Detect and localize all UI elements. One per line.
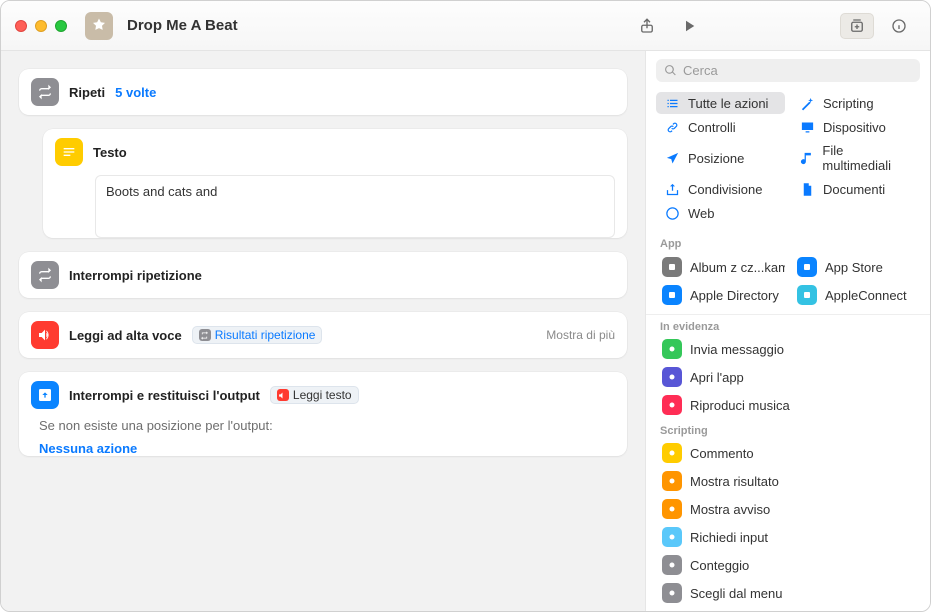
minimize-window-button[interactable] <box>35 20 47 32</box>
action-item[interactable]: Commento <box>656 439 920 467</box>
category-item[interactable]: Documenti <box>791 178 920 200</box>
share-button[interactable] <box>630 13 664 39</box>
action-item[interactable]: Scegli dal menu <box>656 579 920 607</box>
music-icon <box>799 150 814 166</box>
app-icon <box>797 285 817 305</box>
window-title: Drop Me A Beat <box>127 17 238 34</box>
text-input[interactable]: Boots and cats and <box>95 175 615 238</box>
text-action[interactable]: Testo Boots and cats and <box>43 129 627 238</box>
stop-label: Interrompi e restituisci l'output <box>69 388 260 403</box>
action-icon <box>662 555 682 575</box>
safari-icon <box>664 205 680 221</box>
traffic-lights <box>15 20 67 32</box>
close-window-button[interactable] <box>15 20 27 32</box>
location-icon <box>664 150 680 166</box>
info-button[interactable] <box>882 13 916 39</box>
search-icon <box>664 64 677 77</box>
repeat-icon <box>31 78 59 106</box>
category-item[interactable]: Dispositivo <box>791 116 920 138</box>
workflow-editor[interactable]: Ripeti 5 volte Testo Boots and cats and <box>1 51 645 611</box>
wand-icon <box>799 95 815 111</box>
action-item[interactable]: Invia messaggio <box>656 335 920 363</box>
action-item[interactable]: Mostra risultato <box>656 467 920 495</box>
category-item[interactable]: File multimediali <box>791 140 920 176</box>
repeat-count[interactable]: 5 volte <box>115 85 156 100</box>
app-item[interactable]: App Store <box>791 254 920 280</box>
action-item[interactable]: Mostra avviso <box>656 495 920 523</box>
category-item[interactable]: Condivisione <box>656 178 785 200</box>
app-icon <box>797 257 817 277</box>
app-icon <box>662 257 682 277</box>
desktop-icon <box>799 119 815 135</box>
action-icon <box>662 443 682 463</box>
action-icon <box>662 583 682 603</box>
text-label: Testo <box>93 145 127 160</box>
stop-input-token[interactable]: Leggi testo <box>270 386 359 404</box>
end-repeat-icon <box>31 261 59 289</box>
category-grid: Tutte le azioni Scripting Controlli Disposi… <box>646 90 930 232</box>
text-icon <box>55 138 83 166</box>
end-repeat-label: Interrompi ripetizione <box>69 268 202 283</box>
titlebar: Drop Me A Beat <box>1 1 930 51</box>
run-button[interactable] <box>672 13 706 39</box>
doc-icon <box>799 181 815 197</box>
scripting-list: CommentoMostra risultatoMostra avvisoRic… <box>646 439 930 607</box>
shortcut-icon <box>85 12 113 40</box>
apps-grid: Album z cz...kamiApp StoreApple Director… <box>646 252 930 312</box>
list-icon <box>664 95 680 111</box>
stop-action[interactable]: Interrompi e restituisci l'output Leggi … <box>19 372 627 456</box>
link-icon <box>664 119 680 135</box>
action-icon <box>662 471 682 491</box>
library-toggle-button[interactable] <box>840 13 874 39</box>
repeat-label: Ripeti <box>69 85 105 100</box>
speak-token-icon <box>277 389 289 401</box>
stop-no-output-action[interactable]: Nessuna azione <box>39 441 615 456</box>
action-icon <box>662 395 682 415</box>
category-item[interactable]: Tutte le azioni <box>656 92 785 114</box>
scripting-header: Scripting <box>646 419 930 439</box>
search-placeholder: Cerca <box>683 63 718 78</box>
action-item[interactable]: Richiedi input <box>656 523 920 551</box>
category-item[interactable]: Posizione <box>656 140 785 176</box>
action-item[interactable]: Conteggio <box>656 551 920 579</box>
show-more-button[interactable]: Mostra di più <box>546 328 615 342</box>
category-item[interactable]: Scripting <box>791 92 920 114</box>
stop-no-output-prompt: Se non esiste una posizione per l'output… <box>19 418 627 441</box>
action-item[interactable]: Apri l'app <box>656 363 920 391</box>
apps-header: App <box>646 232 930 252</box>
repeat-action[interactable]: Ripeti 5 volte <box>19 69 627 115</box>
app-item[interactable]: Apple Directory <box>656 282 785 308</box>
app-item[interactable]: Album z cz...kami <box>656 254 785 280</box>
speak-input-token[interactable]: Risultati ripetizione <box>192 326 323 344</box>
featured-header: In evidenza <box>646 315 930 335</box>
end-repeat-action[interactable]: Interrompi ripetizione <box>19 252 627 298</box>
action-item[interactable]: Riproduci musica <box>656 391 920 419</box>
category-item[interactable]: Controlli <box>656 116 785 138</box>
repeat-token-icon <box>199 329 211 341</box>
speak-icon <box>31 321 59 349</box>
action-icon <box>662 367 682 387</box>
app-item[interactable]: AppleConnect <box>791 282 920 308</box>
action-icon <box>662 339 682 359</box>
category-item[interactable]: Web <box>656 202 785 224</box>
featured-list: Invia messaggioApri l'appRiproduci music… <box>646 335 930 419</box>
app-icon <box>662 285 682 305</box>
share-icon <box>664 181 680 197</box>
speak-label: Leggi ad alta voce <box>69 328 182 343</box>
action-icon <box>662 527 682 547</box>
stop-icon <box>31 381 59 409</box>
speak-action[interactable]: Leggi ad alta voce Risultati ripetizione… <box>19 312 627 358</box>
action-icon <box>662 499 682 519</box>
app-window: Drop Me A Beat Ripeti 5 volte <box>0 0 931 612</box>
search-input[interactable]: Cerca <box>656 59 920 82</box>
actions-sidebar: Cerca Tutte le azioni Scripting Controlli D… <box>645 51 930 611</box>
zoom-window-button[interactable] <box>55 20 67 32</box>
